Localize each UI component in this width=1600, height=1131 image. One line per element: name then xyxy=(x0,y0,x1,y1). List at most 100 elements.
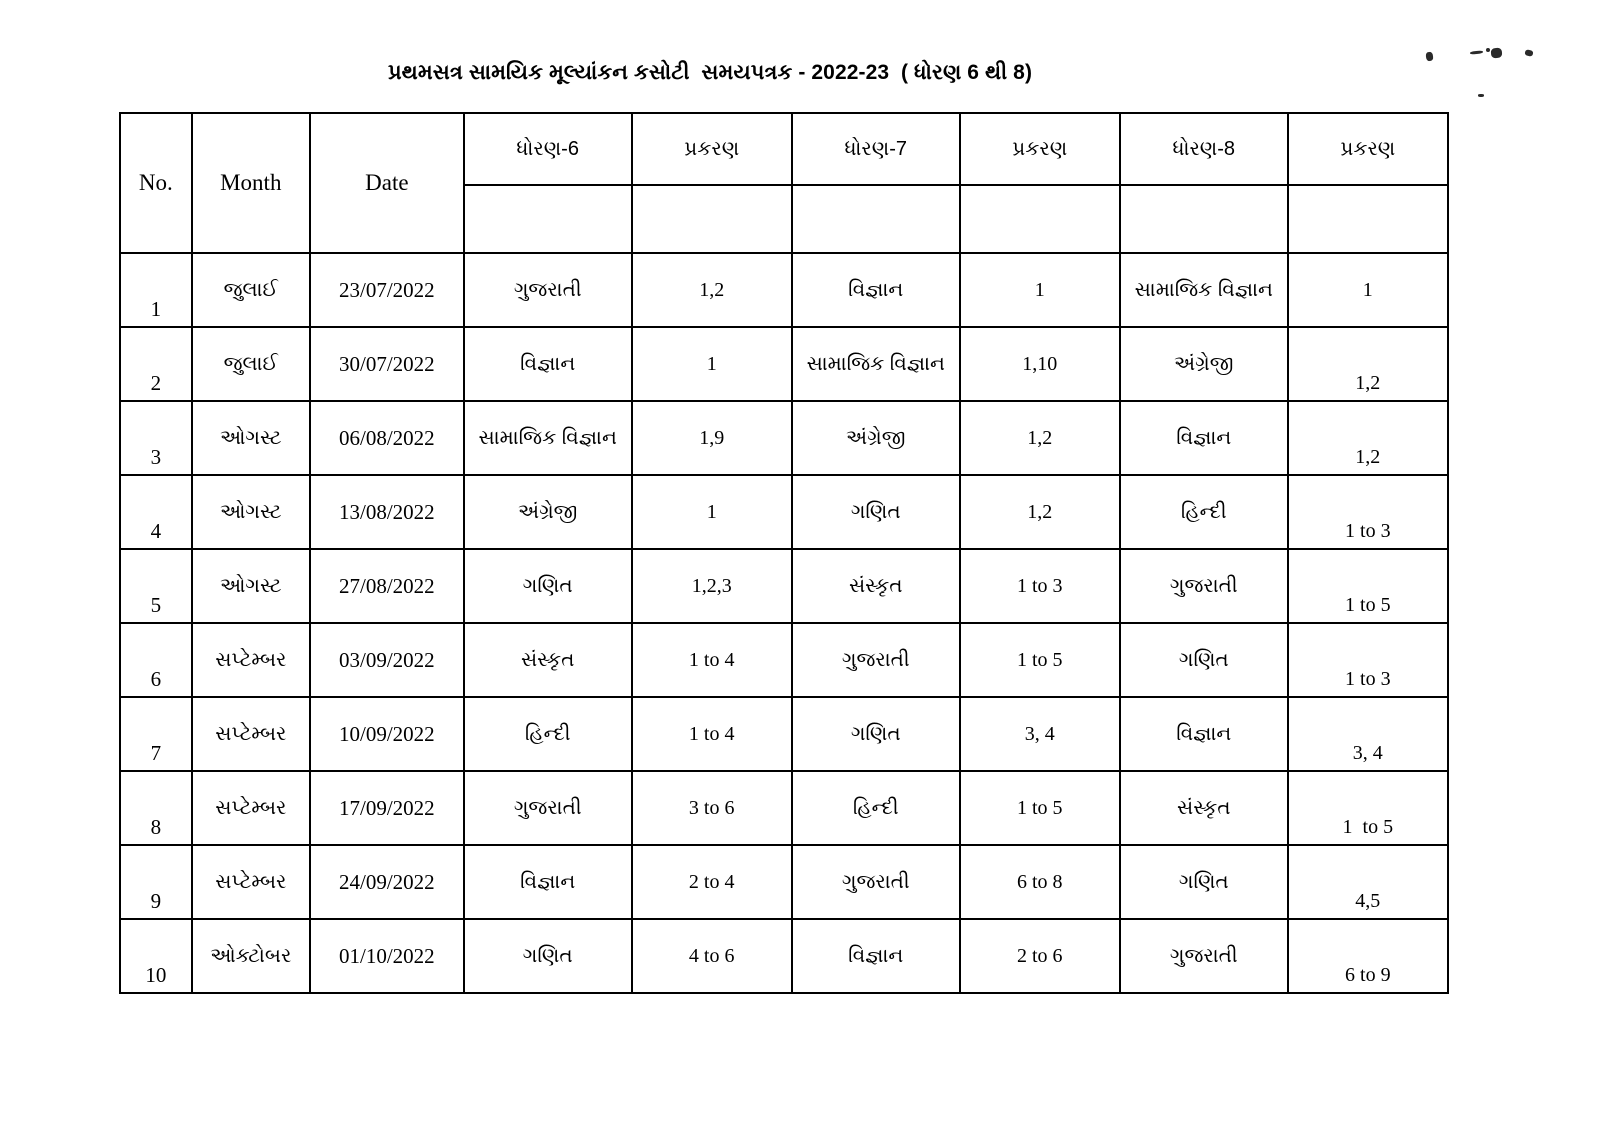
header-row-primary: No. Month Date ધોરણ-6 પ્રકરણ ધોરણ-7 પ્રક… xyxy=(119,112,1450,254)
chapter-std8-text: 6 to 9 xyxy=(1345,964,1391,986)
row-number-text: 8 xyxy=(150,815,162,839)
cell-subject-std8: ગણિત xyxy=(1118,622,1289,698)
header-chapter-6: પ્રકરણ xyxy=(630,112,793,186)
cell-date: 06/08/2022 xyxy=(308,400,465,476)
cell-chapter-std6: 1,9 xyxy=(630,400,793,476)
row-number-text: 4 xyxy=(150,519,162,543)
cell-subject-std7: સામાજિક વિજ્ઞાન xyxy=(790,326,961,402)
table-row: 6 સપ્ટેમ્બર 03/09/2022 સંસ્કૃત 1 to 4 ગુજરાતી… xyxy=(119,622,1450,698)
cell-chapter-std8: 1 to 5 xyxy=(1286,770,1450,846)
cell-subject-std7: વિજ્ઞાન xyxy=(790,918,961,994)
header-spacer-standard-8 xyxy=(1118,184,1289,254)
cell-month: જુલાઈ xyxy=(190,252,311,328)
table-row: 5 ઓગસ્ટ 27/08/2022 ગણિત 1,2,3 સંસ્કૃત 1 to 3 ગુ… xyxy=(119,548,1450,624)
cell-row-number: 4 xyxy=(119,474,193,550)
cell-chapter-std7: 6 to 8 xyxy=(958,844,1121,920)
cell-chapter-std7: 1 to 5 xyxy=(958,622,1121,698)
cell-subject-std8: વિજ્ઞાન xyxy=(1118,400,1289,476)
table-body: 1 જુલાઈ 23/07/2022 ગુજરાતી 1,2 વિજ્ઞાન 1 સામાજિ… xyxy=(119,252,1450,994)
scan-artifact-mark xyxy=(1524,49,1534,57)
cell-chapter-std8: 1,2 xyxy=(1286,400,1450,476)
cell-chapter-std6: 1 to 4 xyxy=(630,696,793,772)
row-number-text: 1 xyxy=(150,297,162,321)
cell-chapter-std7: 1,10 xyxy=(958,326,1121,402)
cell-subject-std6: અંગ્રેજી xyxy=(462,474,633,550)
header-spacer-chapter-6 xyxy=(630,184,793,254)
table-row: 1 જુલાઈ 23/07/2022 ગુજરાતી 1,2 વિજ્ઞાન 1 સામાજિ… xyxy=(119,252,1450,328)
cell-chapter-std6: 3 to 6 xyxy=(630,770,793,846)
cell-subject-std6: વિજ્ઞાન xyxy=(462,326,633,402)
table-row: 7 સપ્ટેમ્બર 10/09/2022 હિન્દી 1 to 4 ગણિત 3, 4… xyxy=(119,696,1450,772)
cell-subject-std8: વિજ્ઞાન xyxy=(1118,696,1289,772)
cell-subject-std7: હિન્દી xyxy=(790,770,961,846)
cell-chapter-std8: 4,5 xyxy=(1286,844,1450,920)
table-row: 10 ઓક્ટોબર 01/10/2022 ગણિત 4 to 6 વિજ્ઞાન 2 to… xyxy=(119,918,1450,994)
cell-row-number: 1 xyxy=(119,252,193,328)
cell-row-number: 2 xyxy=(119,326,193,402)
cell-chapter-std7: 1 to 5 xyxy=(958,770,1121,846)
page-title: પ્રથમસત્ર સામયિક મૂલ્યાંકન કસોટી સમયપત્ર… xyxy=(387,61,1033,84)
chapter-std8-text: 4,5 xyxy=(1355,890,1381,912)
cell-chapter-std6: 1,2,3 xyxy=(630,548,793,624)
cell-date: 03/09/2022 xyxy=(308,622,465,698)
cell-chapter-std6: 4 to 6 xyxy=(630,918,793,994)
cell-row-number: 9 xyxy=(119,844,193,920)
cell-chapter-std8: 3, 4 xyxy=(1286,696,1450,772)
header-standard-6: ધોરણ-6 xyxy=(462,112,633,186)
cell-subject-std8: હિન્દી xyxy=(1118,474,1289,550)
chapter-std8-text: 1,2 xyxy=(1355,372,1381,394)
chapter-std8-text: 1 to 5 xyxy=(1342,816,1394,838)
header-spacer-chapter-7 xyxy=(958,184,1121,254)
scan-artifact-mark xyxy=(1486,48,1490,52)
cell-date: 01/10/2022 xyxy=(308,918,465,994)
cell-subject-std6: સંસ્કૃત xyxy=(462,622,633,698)
cell-subject-std8: સામાજિક વિજ્ઞાન xyxy=(1118,252,1289,328)
cell-chapter-std7: 1 to 3 xyxy=(958,548,1121,624)
row-number-text: 7 xyxy=(150,741,162,765)
cell-subject-std8: સંસ્કૃત xyxy=(1118,770,1289,846)
table-row: 2 જુલાઈ 30/07/2022 વિજ્ઞાન 1 સામાજિક વિજ્ઞાન 1… xyxy=(119,326,1450,402)
row-number-text: 9 xyxy=(150,889,162,913)
cell-date: 24/09/2022 xyxy=(308,844,465,920)
cell-month: ઓક્ટોબર xyxy=(190,918,311,994)
header-spacer-standard-7 xyxy=(790,184,961,254)
cell-chapter-std7: 1,2 xyxy=(958,474,1121,550)
row-number-text: 6 xyxy=(150,667,162,691)
cell-subject-std7: ગુજરાતી xyxy=(790,844,961,920)
chapter-std8-text: 3, 4 xyxy=(1352,742,1383,764)
cell-chapter-std8: 1,2 xyxy=(1286,326,1450,402)
cell-subject-std8: અંગ્રેજી xyxy=(1118,326,1289,402)
chapter-std8-text: 1 to 5 xyxy=(1345,594,1391,616)
cell-subject-std6: ગણિત xyxy=(462,548,633,624)
cell-row-number: 3 xyxy=(119,400,193,476)
cell-month: સપ્ટેમ્બર xyxy=(190,770,311,846)
table-header: No. Month Date ધોરણ-6 પ્રકરણ ધોરણ-7 પ્રક… xyxy=(119,112,1450,254)
cell-chapter-std7: 3, 4 xyxy=(958,696,1121,772)
cell-subject-std7: વિજ્ઞાન xyxy=(790,252,961,328)
chapter-std8-text: 1 to 3 xyxy=(1345,520,1391,542)
cell-row-number: 10 xyxy=(119,918,193,994)
cell-month: સપ્ટેમ્બર xyxy=(190,844,311,920)
cell-date: 30/07/2022 xyxy=(308,326,465,402)
cell-chapter-std6: 1 xyxy=(630,326,793,402)
cell-subject-std8: ગુજરાતી xyxy=(1118,918,1289,994)
cell-chapter-std8: 1 to 5 xyxy=(1286,548,1450,624)
cell-date: 27/08/2022 xyxy=(308,548,465,624)
scan-artifact-mark xyxy=(1490,47,1503,59)
chapter-std8-text: 1 to 3 xyxy=(1345,668,1391,690)
row-number-text: 5 xyxy=(150,593,162,617)
cell-chapter-std6: 1,2 xyxy=(630,252,793,328)
cell-chapter-std6: 2 to 4 xyxy=(630,844,793,920)
cell-date: 13/08/2022 xyxy=(308,474,465,550)
cell-month: સપ્ટેમ્બર xyxy=(190,622,311,698)
cell-chapter-std7: 1 xyxy=(958,252,1121,328)
cell-chapter-std8: 1 xyxy=(1286,252,1450,328)
header-month: Month xyxy=(190,112,311,254)
cell-date: 10/09/2022 xyxy=(308,696,465,772)
row-number-text: 10 xyxy=(145,963,167,987)
cell-month: ઓગસ્ટ xyxy=(190,548,311,624)
header-no: No. xyxy=(119,112,193,254)
cell-subject-std6: સામાજિક વિજ્ઞાન xyxy=(462,400,633,476)
cell-chapter-std6: 1 to 4 xyxy=(630,622,793,698)
cell-month: સપ્ટેમ્બર xyxy=(190,696,311,772)
